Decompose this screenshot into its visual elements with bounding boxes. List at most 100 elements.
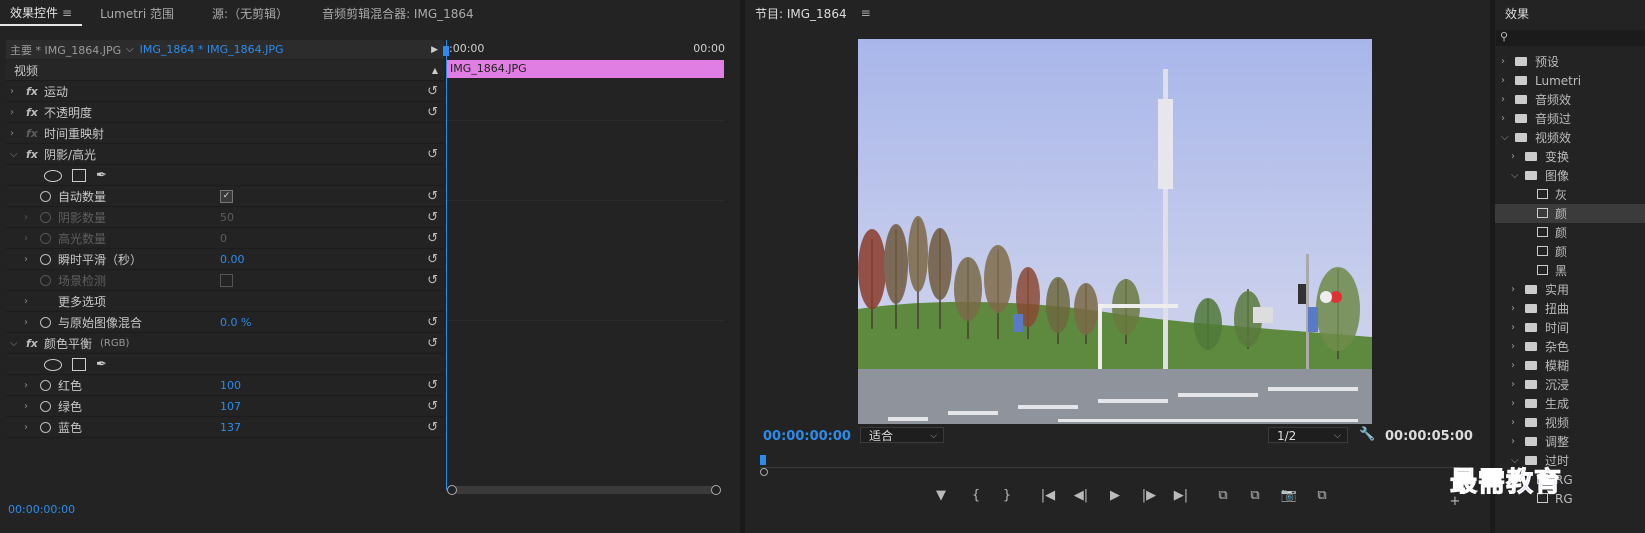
chevron-down-icon[interactable]: ⌵ [10, 149, 18, 160]
param-value[interactable]: 100 [220, 379, 241, 392]
zoom-select[interactable]: 适合 ⌵ [860, 427, 944, 443]
rectangle-mask-icon[interactable] [72, 169, 86, 182]
timeline-ruler[interactable]: :00:00 00:00 [445, 40, 725, 59]
play-icon[interactable]: ▶ [1105, 488, 1125, 503]
tab-program[interactable]: 节目: IMG_1864 [745, 5, 857, 22]
collapse-up-icon[interactable]: ▲ [432, 66, 438, 75]
tree-item-folder[interactable]: › 生成 [1495, 394, 1645, 413]
sequence-clip-label[interactable]: IMG_1864 * IMG_1864.JPG [134, 43, 284, 56]
tree-item-effect[interactable]: 黑 [1495, 261, 1645, 280]
pen-mask-icon[interactable]: ✒ [96, 357, 107, 372]
tree-item-audio-transitions[interactable]: › 音频过 [1495, 109, 1645, 128]
reset-icon[interactable]: ↺ [427, 84, 438, 99]
program-video-frame[interactable] [858, 39, 1372, 424]
reset-icon[interactable]: ↺ [427, 420, 438, 435]
chevron-right-icon[interactable]: › [24, 317, 28, 328]
tree-item-folder[interactable]: › 实用 [1495, 280, 1645, 299]
mark-in-icon[interactable]: { [966, 488, 986, 503]
effect-timeline[interactable]: :00:00 00:00 IMG_1864.JPG [443, 40, 725, 490]
tab-source[interactable]: 源:（无剪辑） [202, 5, 298, 22]
param-value[interactable]: 107 [220, 400, 241, 413]
reset-icon[interactable]: ↺ [427, 378, 438, 393]
tree-item-folder[interactable]: › 沉浸 [1495, 375, 1645, 394]
chevron-right-icon[interactable]: › [24, 212, 28, 223]
tree-item-folder[interactable]: › 时间 [1495, 318, 1645, 337]
scrollbar-left-handle[interactable] [447, 485, 457, 495]
timeline-zoom-scrollbar[interactable] [447, 485, 721, 495]
program-time-ruler[interactable] [760, 455, 1460, 468]
param-more-options[interactable]: › 更多选项 [6, 291, 444, 312]
chevron-right-icon[interactable]: › [10, 86, 14, 97]
effect-opacity[interactable]: › fx 不透明度 ↺ [6, 102, 444, 123]
param-value[interactable]: 137 [220, 421, 241, 434]
rectangle-mask-icon[interactable] [72, 358, 86, 371]
chevron-right-icon[interactable]: › [24, 233, 28, 244]
fx-icon[interactable]: fx [26, 148, 38, 161]
wrench-icon[interactable]: 🔧 [1359, 427, 1375, 442]
reset-icon[interactable]: ↺ [427, 231, 438, 246]
step-back-icon[interactable]: ◀| [1071, 488, 1091, 503]
chevron-right-icon[interactable]: › [10, 128, 14, 139]
tree-item-transform[interactable]: › 变换 [1495, 147, 1645, 166]
effect-color-balance[interactable]: ⌵ fx 颜色平衡 (RGB) ↺ [6, 333, 444, 354]
stopwatch-icon[interactable] [40, 401, 51, 412]
reset-icon[interactable]: ↺ [427, 399, 438, 414]
chevron-right-icon[interactable]: › [24, 296, 28, 307]
timeline-clip[interactable]: IMG_1864.JPG [446, 60, 724, 78]
tab-effect-controls[interactable]: 效果控件 ≡ [0, 4, 83, 26]
stopwatch-icon[interactable] [40, 380, 51, 391]
current-timecode[interactable]: 00:00:00:00 [763, 429, 851, 444]
tree-item-effect[interactable]: 灰 [1495, 185, 1645, 204]
panel-menu-icon[interactable]: ≡ [62, 6, 72, 20]
reset-icon[interactable]: ↺ [427, 105, 438, 120]
auto-amount-checkbox[interactable]: ✓ [220, 190, 233, 203]
tree-item-folder[interactable]: › 调整 [1495, 432, 1645, 451]
export-frame-icon[interactable]: 📷 [1279, 488, 1299, 503]
tree-item-folder[interactable]: › 扭曲 [1495, 299, 1645, 318]
reset-icon[interactable]: ↺ [427, 210, 438, 225]
tree-item-folder[interactable]: › 杂色 [1495, 337, 1645, 356]
tree-item-effect[interactable]: 颜 [1495, 223, 1645, 242]
ellipse-mask-icon[interactable] [44, 358, 62, 371]
stopwatch-icon[interactable] [40, 422, 51, 433]
chevron-right-icon[interactable]: › [24, 254, 28, 265]
tree-item-folder[interactable]: › 模糊 [1495, 356, 1645, 375]
pen-mask-icon[interactable]: ✒ [96, 168, 107, 183]
extract-icon[interactable]: ⧉ [1245, 488, 1265, 503]
reset-icon[interactable]: ↺ [427, 189, 438, 204]
tab-lumetri-scopes[interactable]: Lumetri 范围 [90, 5, 184, 22]
tree-item-image-control[interactable]: ⌵ 图像 [1495, 166, 1645, 185]
zoom-scroll-handle[interactable] [760, 468, 768, 476]
tab-audio-clip-mixer[interactable]: 音频剪辑混合器: IMG_1864 [312, 5, 484, 22]
playhead-handle[interactable] [443, 46, 449, 56]
effect-motion[interactable]: › fx 运动 ↺ [6, 81, 444, 102]
reset-icon[interactable]: ↺ [427, 147, 438, 162]
chevron-right-icon[interactable]: › [24, 380, 28, 391]
scrollbar-right-handle[interactable] [711, 485, 721, 495]
param-value[interactable]: 0.00 [220, 253, 245, 266]
tree-item-presets[interactable]: › 预设 [1495, 52, 1645, 71]
go-to-in-icon[interactable]: |◀ [1038, 488, 1058, 503]
chevron-right-icon[interactable]: › [24, 401, 28, 412]
chevron-down-icon[interactable]: ⌵ [10, 338, 18, 349]
stopwatch-icon[interactable] [40, 317, 51, 328]
effect-time-remap[interactable]: › fx 时间重映射 [6, 123, 444, 144]
stopwatch-icon[interactable] [40, 254, 51, 265]
chevron-right-icon[interactable]: › [24, 422, 28, 433]
resolution-select[interactable]: 1/2 ⌵ [1268, 427, 1348, 443]
tree-item-audio-effects[interactable]: › 音频效 [1495, 90, 1645, 109]
ellipse-mask-icon[interactable] [44, 169, 62, 182]
effects-search-input[interactable]: ⚲ [1496, 30, 1645, 46]
panel-menu-icon[interactable]: ≡ [861, 6, 871, 20]
tree-item-lumetri[interactable]: › Lumetri [1495, 71, 1645, 90]
fx-icon[interactable]: fx [26, 106, 38, 119]
lift-icon[interactable]: ⧉ [1213, 488, 1233, 503]
reset-icon[interactable]: ↺ [427, 315, 438, 330]
reset-icon[interactable]: ↺ [427, 336, 438, 351]
tree-item-effect[interactable]: 颜 [1495, 242, 1645, 261]
reset-icon[interactable]: ↺ [427, 273, 438, 288]
chevron-right-icon[interactable]: › [10, 107, 14, 118]
chevron-down-icon[interactable]: ⌵ [126, 44, 134, 55]
effect-controls-timecode[interactable]: 00:00:00:00 [8, 503, 75, 516]
go-to-out-icon[interactable]: ▶| [1171, 488, 1191, 503]
